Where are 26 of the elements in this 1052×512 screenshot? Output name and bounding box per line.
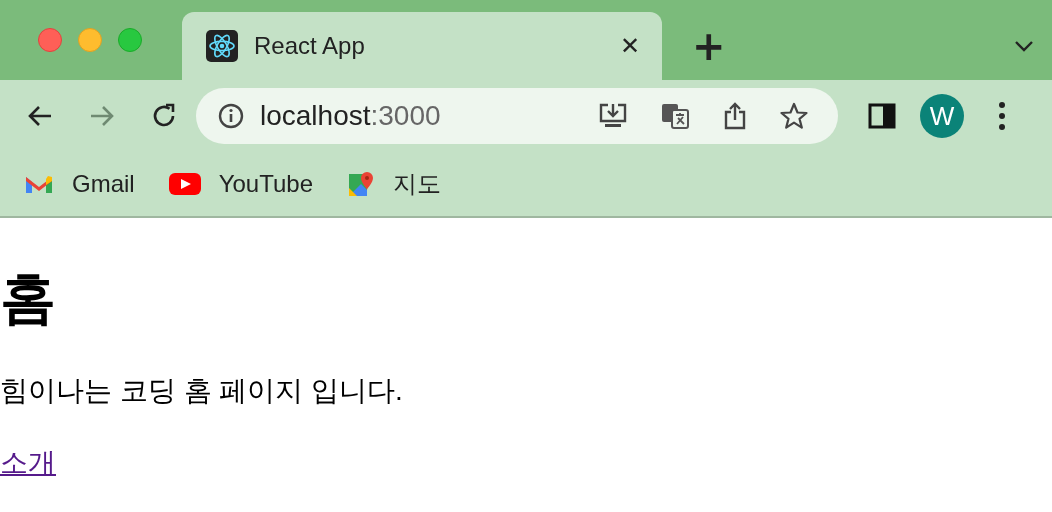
close-tab-button[interactable]: ✕ — [615, 30, 644, 62]
more-menu-icon[interactable] — [998, 101, 1006, 131]
browser-tab[interactable]: React App ✕ — [182, 12, 662, 80]
tab-title: React App — [254, 32, 366, 60]
translate-icon[interactable] — [660, 102, 690, 130]
bookmark-item[interactable]: Gmail — [24, 170, 135, 198]
url-port: :3000 — [370, 100, 441, 131]
url-host: localhost — [260, 100, 371, 131]
star-icon[interactable] — [780, 102, 808, 130]
side-panel-icon[interactable] — [868, 103, 896, 129]
play-icon — [168, 173, 201, 195]
bookmark-item[interactable]: 지도 — [347, 168, 441, 200]
page-heading: 홈 — [0, 266, 57, 330]
page-text: 힘이나는 코딩 홈 페이지 입니다. — [0, 374, 404, 408]
address-bar[interactable]: localhost:3000 — [196, 88, 838, 144]
atom-icon — [206, 30, 238, 62]
map-pin-icon — [347, 170, 375, 198]
install-icon[interactable] — [598, 102, 628, 130]
info-icon[interactable] — [218, 103, 244, 129]
bookmark-item[interactable]: YouTube — [168, 170, 313, 198]
chevron-down-icon[interactable] — [1014, 40, 1034, 52]
share-icon[interactable] — [722, 102, 748, 130]
new-tab-button[interactable]: + — [686, 26, 732, 66]
about-link[interactable]: 소개 — [0, 446, 56, 480]
envelope-icon — [24, 173, 54, 195]
profile-avatar[interactable]: W — [920, 94, 964, 138]
